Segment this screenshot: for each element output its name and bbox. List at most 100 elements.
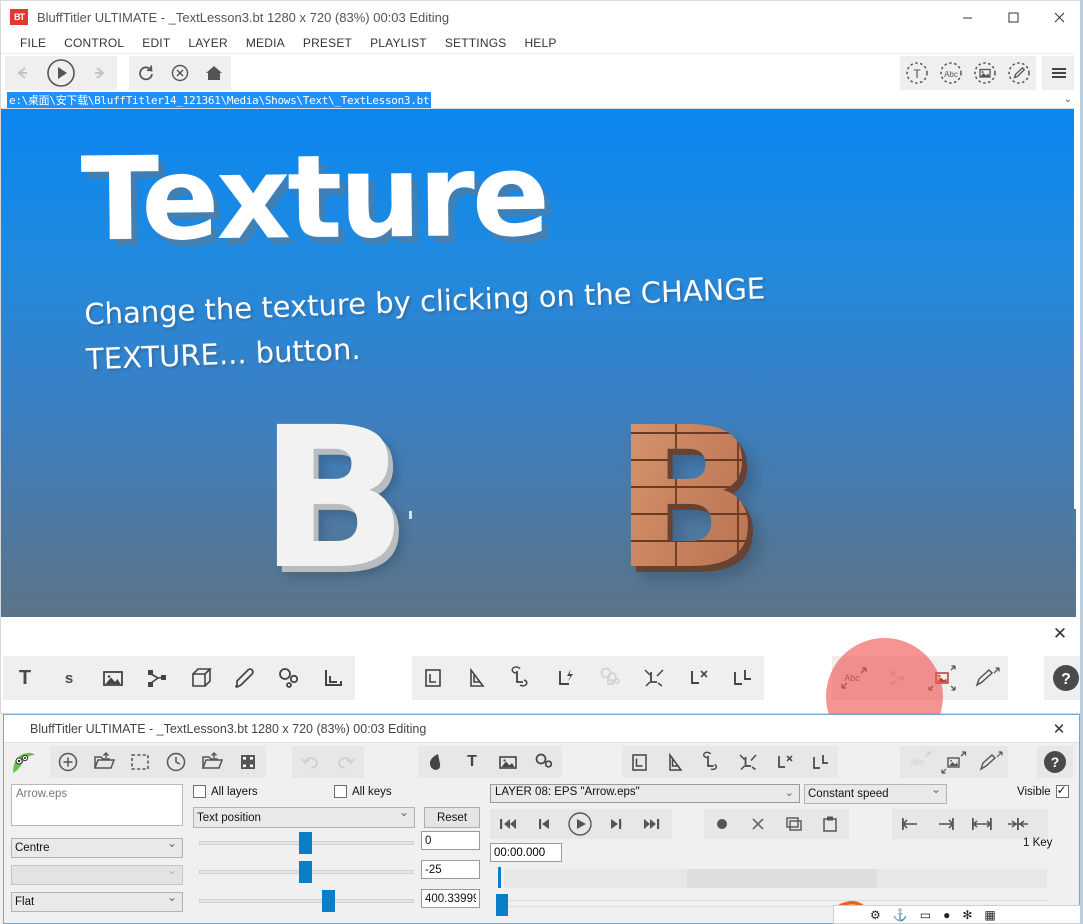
menu-layer[interactable]: LAYER [179,33,236,53]
step-forward-icon[interactable] [598,809,634,839]
key-collapse-icon[interactable] [1000,809,1036,839]
new-show-icon[interactable] [50,746,86,778]
cut-layer-icon[interactable] [456,656,500,700]
time-input[interactable] [490,843,562,862]
add-shadow-icon[interactable] [418,746,454,778]
cut-layer-icon[interactable] [658,746,694,778]
help-icon[interactable]: ? [1037,746,1073,778]
change-effect-icon[interactable] [972,746,1008,778]
value-z-input[interactable] [421,889,480,908]
preview-viewport[interactable]: Texture Change the texture by clicking o… [1,109,1076,617]
delete-key-icon[interactable] [740,809,776,839]
dashed-text-icon[interactable]: T [900,56,934,90]
slider-z-track[interactable] [199,899,414,903]
add-picture-icon[interactable] [490,746,526,778]
dashed-pencil-icon[interactable] [1002,56,1036,90]
plot-layer-icon[interactable] [135,656,179,700]
timeline-scroll-thumb[interactable] [496,894,508,916]
panel-close-icon[interactable]: ✕ [1038,617,1082,651]
open-show-icon[interactable] [86,746,122,778]
timeline-playhead[interactable] [498,867,501,888]
home-icon[interactable] [197,56,231,90]
value-x-input[interactable] [421,831,480,850]
shadow-layer-icon[interactable]: s [47,656,91,700]
loop-layer-icon[interactable] [694,746,730,778]
align-select[interactable]: Centre [11,838,183,858]
change-font-icon[interactable]: Abc [832,656,876,700]
menu-file[interactable]: FILE [11,33,55,53]
reload-icon[interactable] [129,56,163,90]
menu-help[interactable]: HELP [515,33,565,53]
properties-close-button[interactable]: ✕ [1039,715,1079,743]
maximize-button[interactable] [990,1,1036,33]
delete-layer-icon[interactable] [766,746,802,778]
slider-z-thumb[interactable] [322,890,335,912]
render-video-icon[interactable] [230,746,266,778]
step-back-icon[interactable] [526,809,562,839]
taskbar-item-6[interactable]: ▦ [984,908,995,922]
explode-layer-icon[interactable] [730,746,766,778]
record-key-icon[interactable] [704,809,740,839]
timeline-track-b[interactable] [687,869,877,888]
taskbar-item-1[interactable]: ⚙ [870,908,881,922]
taskbar-item-5[interactable]: ✻ [962,908,972,922]
change-texture-icon[interactable] [936,746,972,778]
light-layer-icon[interactable] [311,656,355,700]
undo-icon[interactable] [292,746,328,778]
all-layers-box[interactable] [193,785,206,798]
picture-layer-icon[interactable] [91,656,135,700]
layer-text-input[interactable]: Arrow.eps [11,784,183,826]
delete-layer-icon[interactable] [676,656,720,700]
speed-select[interactable]: Constant speed [804,784,947,804]
all-keys-box[interactable] [334,785,347,798]
value-y-input[interactable] [421,860,480,879]
property-select[interactable]: Text position [193,807,415,828]
menu-playlist[interactable]: PLAYLIST [361,33,436,53]
slider-z[interactable] [199,894,414,908]
all-keys-checkbox[interactable]: All keys [334,785,392,798]
explode-layer-icon[interactable] [632,656,676,700]
copy-layer-icon[interactable] [622,746,658,778]
all-layers-checkbox[interactable]: All layers [193,785,258,798]
taskbar-item-2[interactable]: ⚓ [893,908,908,922]
hamburger-icon[interactable] [1042,56,1076,90]
timeline-track-c[interactable] [877,869,1047,888]
particle-layer-icon[interactable] [267,656,311,700]
change-effect-icon[interactable] [964,656,1008,700]
menu-control[interactable]: CONTROL [55,33,133,53]
paste-key-icon[interactable] [812,809,848,839]
effect-layer-icon[interactable] [223,656,267,700]
minimize-button[interactable] [944,1,990,33]
copy-layer-icon[interactable] [412,656,456,700]
loop-layer-icon[interactable] [500,656,544,700]
key-last-icon[interactable] [928,809,964,839]
duplicate-layer-icon[interactable] [802,746,838,778]
change-plot-icon[interactable] [876,656,920,700]
style-select[interactable]: Flat [11,892,183,912]
slider-y-thumb[interactable] [299,861,312,883]
key-spread-icon[interactable] [964,809,1000,839]
change-texture-icon[interactable] [920,656,964,700]
menu-settings[interactable]: SETTINGS [436,33,516,53]
layer-select[interactable]: LAYER 08: EPS "Arrow.eps" ⌄ [490,784,800,803]
skip-to-start-icon[interactable] [490,809,526,839]
key-first-icon[interactable] [892,809,928,839]
menu-media[interactable]: MEDIA [237,33,294,53]
menu-preset[interactable]: PRESET [294,33,361,53]
taskbar-item-4[interactable]: ● [943,908,950,922]
dashed-abc-icon[interactable]: Abc [934,56,968,90]
taskbar-item-3[interactable]: ▭ [920,908,931,922]
path-dropdown-icon[interactable]: ⌄ [1064,94,1072,105]
copy-key-icon[interactable] [776,809,812,839]
slider-x-thumb[interactable] [299,832,312,854]
path-bar[interactable]: e:\桌面\安下载\BluffTitler14_121361\Media\Sho… [1,91,1082,109]
dashed-picture-icon[interactable] [968,56,1002,90]
help-icon[interactable]: ? [1044,656,1083,700]
add-particle-icon[interactable] [526,746,562,778]
add-text-icon[interactable]: T [454,746,490,778]
path-text[interactable]: e:\桌面\安下载\BluffTitler14_121361\Media\Sho… [7,92,431,108]
play-circle-icon[interactable] [39,56,83,90]
open-media-icon[interactable] [194,746,230,778]
text-layer-icon[interactable]: T [3,656,47,700]
stop-circle-icon[interactable] [163,56,197,90]
